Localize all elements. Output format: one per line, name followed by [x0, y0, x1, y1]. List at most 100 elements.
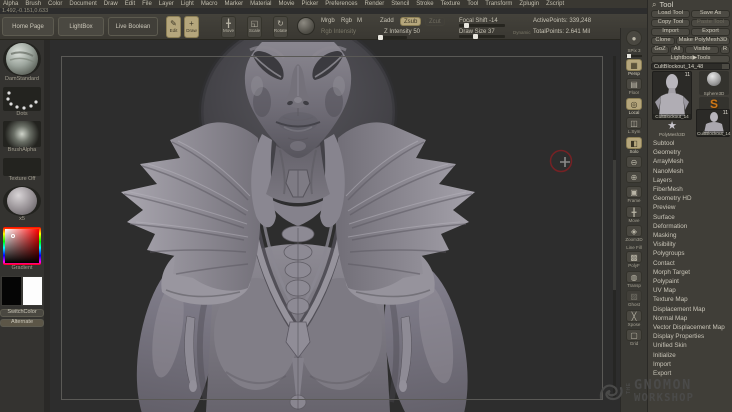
save-as-button[interactable]: Save As — [691, 10, 730, 18]
menu-item[interactable]: Movie — [279, 1, 295, 7]
menu-item[interactable]: Zscript — [546, 1, 564, 7]
active-tool-thumbnail[interactable]: 11 CultBlockout_14 — [652, 71, 692, 120]
live-boolean-button[interactable]: Live Boolean — [108, 17, 158, 36]
all-button[interactable]: All — [670, 46, 684, 54]
right-shelf-button[interactable]: ◧ Solo — [625, 136, 642, 155]
spix-groove[interactable] — [626, 53, 642, 58]
tool-name-r-toggle[interactable] — [722, 64, 729, 69]
lightbox-button[interactable]: LightBox — [58, 17, 104, 36]
tool-section-item[interactable]: Subtool — [653, 139, 731, 148]
switch-color-button[interactable]: SwitchColor — [0, 309, 44, 317]
tool-name-field[interactable]: CultBlockout_14_48 — [651, 63, 730, 70]
menu-item[interactable]: File — [142, 1, 152, 7]
tool-section-item[interactable]: Geometry HD — [653, 194, 731, 203]
tool-section-item[interactable]: Displacement Map — [653, 305, 731, 314]
brush-thumbnail[interactable] — [3, 42, 41, 76]
zcut-button[interactable]: Zcut — [425, 17, 445, 26]
right-shelf-button[interactable]: ▣ Frame — [625, 186, 642, 204]
focal-shift-slider[interactable] — [459, 23, 505, 28]
clone-button[interactable]: Clone — [651, 37, 675, 45]
rgb-button[interactable]: Rgb — [341, 18, 352, 24]
tool-section-item[interactable]: Masking — [653, 231, 731, 240]
menu-item[interactable]: Transform — [485, 1, 512, 7]
import-button[interactable]: Import — [651, 28, 690, 36]
tool-section-item[interactable]: Surface — [653, 213, 731, 222]
mrgb-button[interactable]: Mrgb — [321, 18, 335, 24]
menu-item[interactable]: Preferences — [325, 1, 357, 7]
menu-item[interactable]: Brush — [25, 1, 41, 7]
menu-item[interactable]: Material — [250, 1, 271, 7]
alpha-thumbnail[interactable] — [3, 121, 41, 147]
right-shelf-button[interactable]: ▢ Grid — [626, 329, 642, 347]
main-color-swatch[interactable] — [1, 276, 22, 306]
quick-pick-polymesh3d[interactable]: ★ PolyMesh3D — [652, 121, 692, 137]
menu-item[interactable]: Stroke — [416, 1, 433, 7]
right-shelf-button[interactable]: ⊖ — [625, 156, 642, 169]
secondary-color-swatch[interactable] — [22, 276, 43, 306]
menu-item[interactable]: Render — [365, 1, 385, 7]
sv-square[interactable] — [5, 228, 39, 263]
zadd-button[interactable]: Zadd — [380, 18, 394, 24]
menu-item[interactable]: Document — [69, 1, 96, 7]
paste-tool-button[interactable]: Paste Tool — [691, 19, 730, 27]
draw-size-slider[interactable] — [459, 34, 505, 39]
texture-thumbnail[interactable] — [3, 157, 41, 176]
quick-pick-sphere3d[interactable]: Sphere3D — [699, 71, 729, 96]
search-icon[interactable]: ⌕ — [652, 1, 656, 9]
tool-section-item[interactable]: Polypaint — [653, 277, 731, 286]
tool-section-item[interactable]: NanoMesh — [653, 167, 731, 176]
menu-item[interactable]: Layer — [159, 1, 174, 7]
rotate-button[interactable]: ↻ Rotate — [273, 16, 288, 38]
tool-section-item[interactable]: ArrayMesh — [653, 157, 731, 166]
make-polymesh3d-button[interactable]: Make PolyMesh3D — [676, 37, 730, 45]
canvas-v-scrollbar[interactable] — [613, 56, 616, 400]
menu-item[interactable]: Texture — [441, 1, 461, 7]
tool-section-item[interactable]: Geometry — [653, 148, 731, 157]
right-shelf-button[interactable]: ╳ Xpose — [626, 309, 642, 328]
tool-section-item[interactable]: Initialize — [653, 351, 731, 360]
right-shelf-button[interactable]: ╋ Move — [625, 205, 642, 224]
tool-section-item[interactable]: Contact — [653, 259, 731, 268]
tool-section-item[interactable]: Texture Map — [653, 295, 731, 304]
home-page-button[interactable]: Home Page — [2, 17, 54, 36]
visible-button[interactable]: Visible — [685, 46, 719, 54]
menu-item[interactable]: Color — [48, 1, 62, 7]
stroke-thumbnail[interactable] — [3, 86, 41, 111]
spix-slider[interactable]: SPix 3 — [626, 48, 642, 58]
export-button[interactable]: Export — [691, 28, 730, 36]
tool-section-item[interactable]: Unified Skin — [653, 341, 731, 350]
sculpture-svg[interactable] — [50, 40, 620, 412]
lightbox-tools-button[interactable]: Lightbox▶Tools — [651, 55, 730, 63]
gradient-label[interactable]: Gradient — [11, 265, 32, 272]
right-shelf-button[interactable]: ▨ Ghost — [626, 290, 642, 308]
r-button[interactable]: R — [720, 46, 730, 54]
tool-section-item[interactable]: Deformation — [653, 222, 731, 231]
menu-item[interactable]: Macro — [201, 1, 218, 7]
quick-pick-cultblockout[interactable]: 11 CultBlockout_14 — [696, 109, 730, 137]
tool-section-item[interactable]: FiberMesh — [653, 185, 731, 194]
tool-section-item[interactable]: Import — [653, 360, 731, 369]
menu-item[interactable]: Marker — [224, 1, 243, 7]
tool-section-item[interactable]: Normal Map — [653, 314, 731, 323]
z-intensity-slider[interactable] — [377, 35, 407, 40]
menu-item[interactable]: Zplugin — [519, 1, 539, 7]
tool-section-item[interactable]: Polygroups — [653, 249, 731, 258]
color-picker-cursor[interactable] — [11, 233, 15, 238]
edit-button[interactable]: ✎ Edit — [166, 16, 181, 38]
tool-section-item[interactable]: Preview — [653, 203, 731, 212]
right-shelf-button[interactable]: ⊕ — [625, 171, 642, 184]
dynamic-label[interactable]: Dynamic — [513, 30, 531, 36]
load-tool-button[interactable]: Load Tool — [651, 10, 690, 18]
menu-item[interactable]: Picker — [302, 1, 319, 7]
right-shelf-button[interactable]: ◈ Zoom3D — [625, 225, 643, 243]
tool-section-item[interactable]: Display Properties — [653, 332, 731, 341]
move-button[interactable]: ╋ Move — [221, 16, 236, 38]
zsub-button[interactable]: Zsub — [400, 17, 422, 26]
sculpt-canvas-area[interactable] — [50, 40, 620, 412]
z-intensity-label[interactable]: Z Intensity 50 — [384, 29, 420, 35]
draw-button[interactable]: + Draw — [184, 16, 199, 38]
goz-button[interactable]: GoZ — [651, 46, 669, 54]
color-picker[interactable] — [3, 226, 41, 265]
right-shelf-button[interactable]: ◎ Local — [625, 97, 642, 116]
right-shelf-button[interactable]: ◍ Transp — [626, 270, 642, 289]
